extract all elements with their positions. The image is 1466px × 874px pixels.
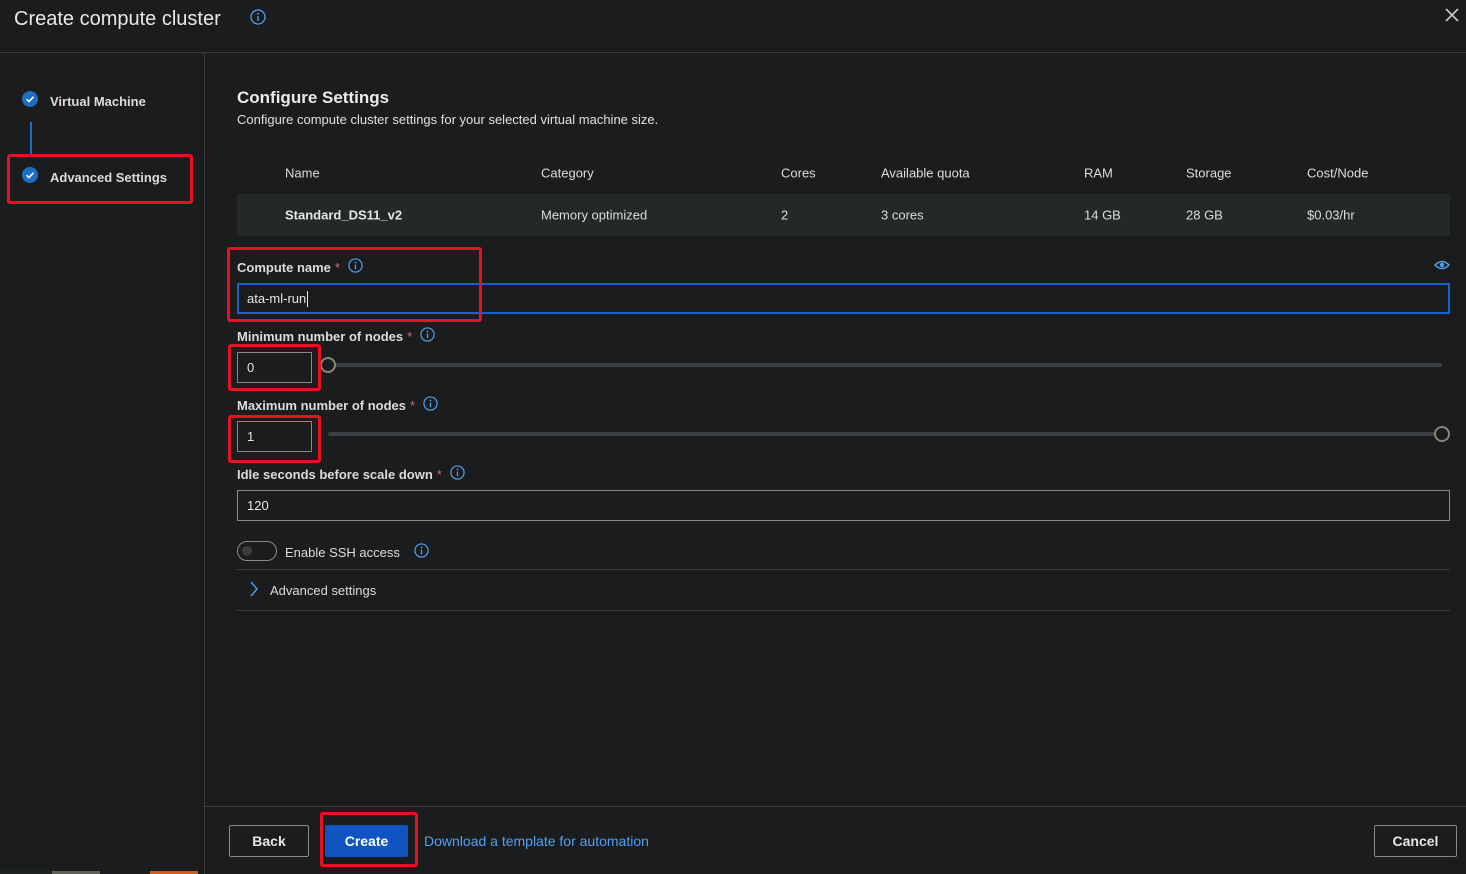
section-title: Configure Settings (237, 88, 390, 107)
highlight-box (320, 812, 418, 867)
required-marker: * (410, 397, 416, 413)
column-header: Name (285, 165, 320, 180)
divider (237, 569, 1450, 570)
label-text: Maximum number of nodes (237, 397, 407, 413)
cell-quota: 3 cores (881, 207, 924, 223)
section-subtitle: Configure compute cluster settings for y… (237, 112, 659, 127)
eye-icon[interactable] (1433, 258, 1451, 276)
label-text: Minimum number of nodes (237, 328, 404, 344)
ssh-toggle[interactable] (237, 541, 277, 561)
info-icon[interactable] (420, 327, 435, 345)
chevron-right-icon (249, 581, 259, 600)
divider (237, 610, 1450, 611)
input-value: 120 (247, 498, 269, 513)
cell-cores: 2 (781, 207, 789, 223)
required-marker: * (407, 328, 413, 344)
cell-name: Standard_DS11_v2 (285, 207, 403, 223)
cell-ram: 14 GB (1084, 207, 1121, 223)
table-row[interactable]: Standard_DS11_v2 Memory optimized 2 3 co… (237, 194, 1450, 236)
advanced-settings-expander[interactable]: Advanced settings (249, 581, 376, 600)
min-nodes-slider-thumb[interactable] (320, 357, 336, 373)
dialog-title: Create compute cluster (14, 8, 221, 30)
idle-seconds-input[interactable]: 120 (237, 490, 1450, 521)
max-nodes-label: Maximum number of nodes * (237, 396, 438, 414)
step-virtual-machine[interactable]: Virtual Machine (22, 91, 146, 112)
info-icon[interactable] (450, 465, 465, 483)
step-label: Virtual Machine (50, 94, 146, 109)
vm-table: Name Category Cores Available quota RAM … (237, 151, 1450, 236)
cancel-button[interactable]: Cancel (1374, 825, 1457, 857)
cell-storage: 28 GB (1186, 207, 1223, 223)
max-nodes-slider-thumb[interactable] (1434, 426, 1450, 442)
column-header: Category (541, 165, 594, 180)
check-circle-icon (22, 91, 38, 112)
close-icon[interactable] (1444, 7, 1460, 23)
column-header: RAM (1084, 165, 1113, 180)
highlight-box (227, 247, 482, 322)
ssh-toggle-label: Enable SSH access (285, 543, 429, 561)
info-icon[interactable] (414, 543, 429, 561)
column-header: Cores (781, 165, 816, 180)
wizard-sidebar: Virtual Machine Advanced Settings (0, 53, 205, 874)
max-nodes-slider-track[interactable] (328, 432, 1442, 436)
idle-seconds-label: Idle seconds before scale down * (237, 465, 465, 483)
column-header: Available quota (881, 165, 970, 180)
info-icon[interactable] (423, 396, 438, 414)
expander-label: Advanced settings (270, 583, 377, 598)
dialog-header: Create compute cluster (0, 0, 1466, 53)
required-marker: * (436, 466, 442, 482)
dialog-footer: Back Create Download a template for auto… (205, 806, 1466, 874)
column-header: Cost/Node (1307, 165, 1369, 180)
download-template-link[interactable]: Download a template for automation (424, 833, 649, 849)
info-icon[interactable] (250, 9, 266, 30)
cell-cost: $0.03/hr (1307, 207, 1355, 223)
highlight-box (228, 415, 321, 463)
min-nodes-label: Minimum number of nodes * (237, 327, 435, 345)
cell-category: Memory optimized (541, 207, 648, 223)
min-nodes-slider-track[interactable] (328, 363, 1442, 367)
label-text: Idle seconds before scale down (237, 466, 433, 482)
toggle-knob (242, 546, 252, 556)
table-header: Name Category Cores Available quota RAM … (237, 151, 1450, 194)
column-header: Storage (1186, 165, 1232, 180)
back-button[interactable]: Back (229, 825, 309, 857)
label-text: Enable SSH access (285, 544, 400, 560)
highlight-box (228, 344, 321, 391)
step-connector (30, 122, 32, 154)
highlight-box (7, 154, 193, 204)
